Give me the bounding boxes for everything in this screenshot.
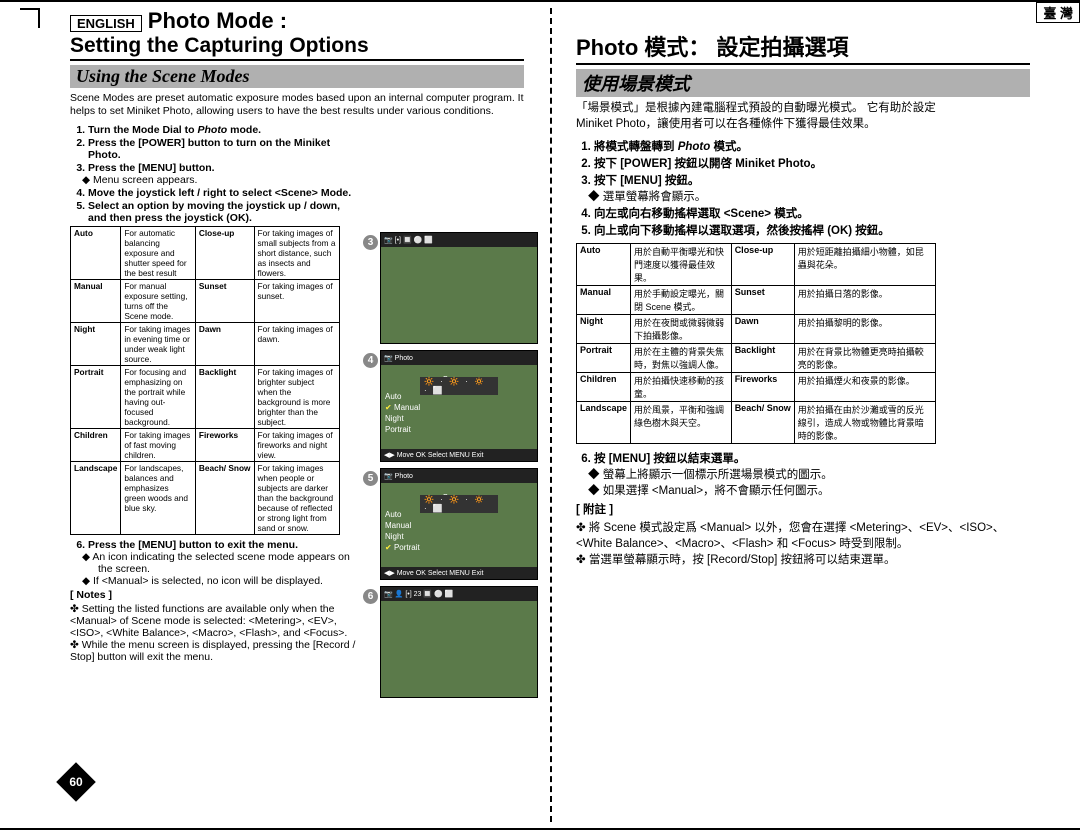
notes-en: Setting the listed functions are availab… bbox=[70, 603, 358, 663]
section-en: Using the Scene Modes bbox=[70, 65, 524, 88]
modes-table-zh: Auto用於自動平衡曝光和快門速度以獲得最佳效果。Close-up用於短距離拍攝… bbox=[576, 243, 936, 444]
steps-zh: 將模式轉盤轉到 Photo 模式。 按下 [POWER] 按鈕以開啓 Minik… bbox=[576, 138, 1030, 239]
notes-label-en: [ Notes ] bbox=[70, 589, 358, 601]
lang-box-en: ENGLISH bbox=[70, 15, 142, 32]
notes-zh: 將 Scene 模式設定爲 <Manual> 以外，您會在選擇 <Meterin… bbox=[576, 519, 1030, 567]
title-zh: Photo 模式： 設定拍攝選項 bbox=[576, 30, 1030, 62]
page-number-badge: 60 bbox=[56, 762, 96, 802]
steps-en: Turn the Mode Dial to Photo mode. Press … bbox=[70, 124, 358, 224]
title2-en: Setting the Capturing Options bbox=[70, 34, 524, 58]
camera-screenshot: 3📷 [•] 🔲 ⚪ ⬜ bbox=[380, 232, 538, 344]
notes-label-zh: [ 附註 ] bbox=[576, 501, 1030, 517]
intro-zh: 「場景模式」是根據內建電腦程式預設的自動曝光模式。 它有助於設定Miniket … bbox=[576, 101, 1030, 132]
camera-strip: 3📷 [•] 🔲 ⚪ ⬜4📷 PhotoScene🔆 · 🔆 · 🔅 · ⬜Au… bbox=[380, 232, 540, 704]
camera-screenshot: 5📷 PhotoScene🔆 · 🔆 · 🔅 · ⬜AutoManualNigh… bbox=[380, 468, 538, 580]
title1-en: Photo Mode : bbox=[148, 8, 287, 34]
intro-en: Scene Modes are preset automatic exposur… bbox=[70, 92, 524, 118]
camera-screenshot: 6📷 👤 [•] 23 🔲 ⚪ ⬜ bbox=[380, 586, 538, 698]
section-zh: 使用場景模式 bbox=[576, 69, 1030, 97]
right-column: 臺 灣 Photo 模式： 設定拍攝選項 使用場景模式 「場景模式」是根據內建電… bbox=[564, 8, 1030, 822]
camera-screenshot: 4📷 PhotoScene🔆 · 🔆 · 🔅 · ⬜AutoManualNigh… bbox=[380, 350, 538, 462]
lang-box-zh: 臺 灣 bbox=[1036, 2, 1080, 23]
modes-table-en: AutoFor automatic balancing exposure and… bbox=[70, 226, 340, 535]
